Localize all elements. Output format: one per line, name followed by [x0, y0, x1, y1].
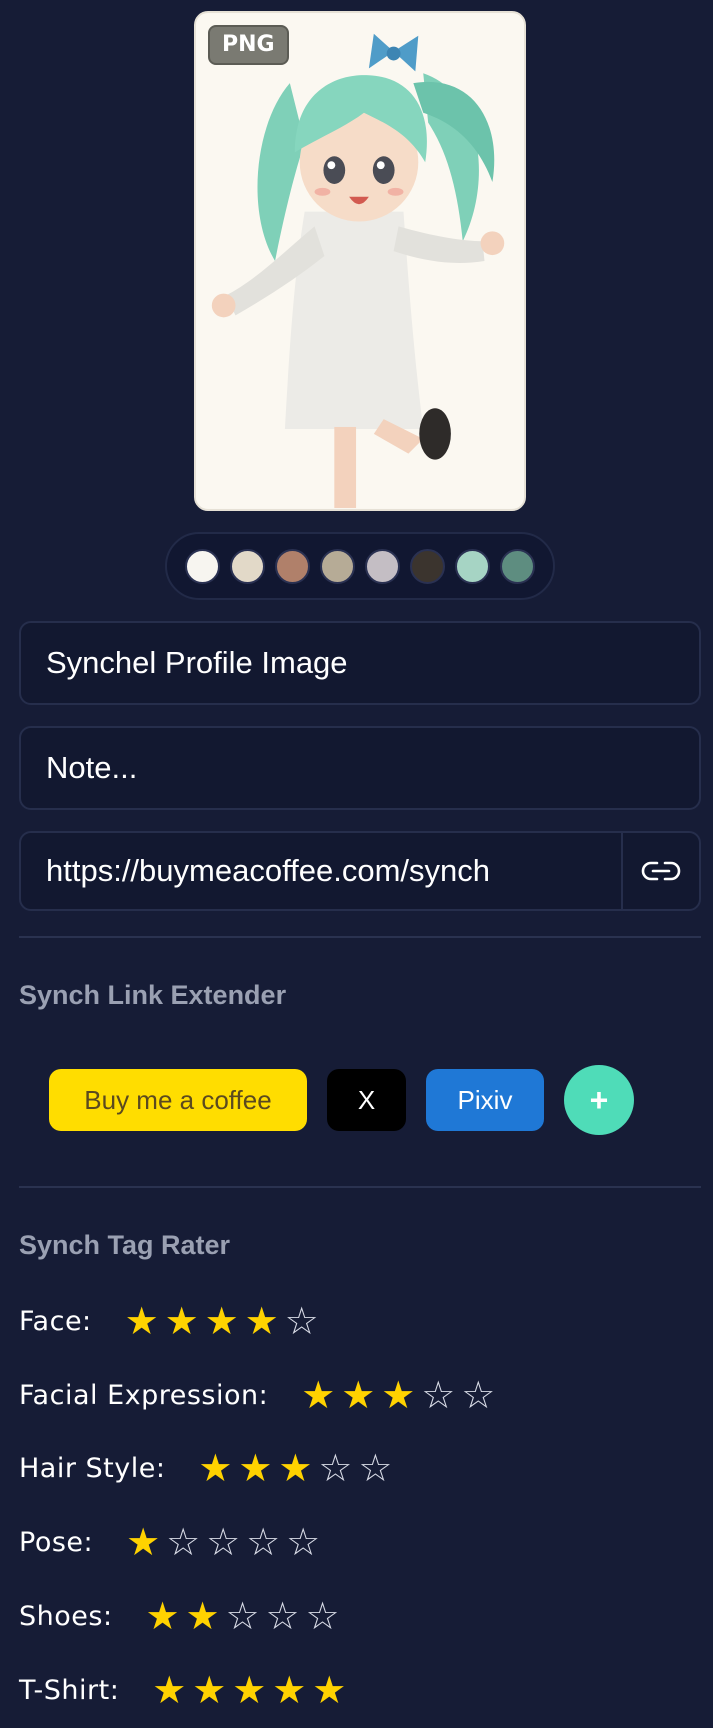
rating-label: T-Shirt: — [19, 1674, 120, 1706]
star-filled-icon[interactable]: ★ — [143, 1596, 183, 1636]
url-input[interactable]: https://buymeacoffee.com/synch — [21, 833, 621, 909]
url-field: https://buymeacoffee.com/synch — [19, 831, 701, 911]
star-empty-icon[interactable]: ☆ — [243, 1522, 283, 1562]
color-palette — [165, 532, 555, 600]
rating-row: Pose: ★ ☆ ☆ ☆ ☆ — [19, 1517, 323, 1567]
star-empty-icon[interactable]: ☆ — [203, 1522, 243, 1562]
star-filled-icon[interactable]: ★ — [202, 1301, 242, 1341]
star-empty-icon[interactable]: ☆ — [303, 1596, 343, 1636]
star-filled-icon[interactable]: ★ — [242, 1301, 282, 1341]
color-swatch[interactable] — [230, 548, 265, 584]
buy-me-a-coffee-button[interactable]: Buy me a coffee — [49, 1069, 307, 1131]
x-button[interactable]: X — [327, 1069, 406, 1131]
star-rating: ★ ★ ★ ★ ☆ — [122, 1301, 322, 1341]
color-swatch[interactable] — [275, 548, 310, 584]
color-swatch[interactable] — [455, 548, 490, 584]
image-preview[interactable]: PNG — [194, 11, 526, 511]
color-swatch[interactable] — [500, 548, 535, 584]
tag-rater-title: Synch Tag Rater — [19, 1230, 231, 1260]
rating-label: Face: — [19, 1305, 92, 1337]
star-filled-icon[interactable]: ★ — [162, 1301, 202, 1341]
link-icon — [641, 861, 681, 881]
rating-label: Hair Style: — [19, 1452, 166, 1484]
star-filled-icon[interactable]: ★ — [189, 1670, 229, 1710]
rating-row: Hair Style: ★ ★ ★ ☆ ☆ — [19, 1443, 395, 1493]
star-filled-icon[interactable]: ★ — [298, 1375, 338, 1415]
star-rating: ★ ★ ★ ☆ ☆ — [195, 1448, 395, 1488]
star-rating: ★ ★ ☆ ☆ ☆ — [143, 1596, 343, 1636]
star-empty-icon[interactable]: ☆ — [282, 1301, 322, 1341]
star-filled-icon[interactable]: ★ — [309, 1670, 349, 1710]
star-filled-icon[interactable]: ★ — [229, 1670, 269, 1710]
title-input-value: Synchel Profile Image — [46, 645, 348, 680]
rating-row: Face: ★ ★ ★ ★ ☆ — [19, 1296, 322, 1346]
star-filled-icon[interactable]: ★ — [195, 1448, 235, 1488]
rating-row: Shoes: ★ ★ ☆ ☆ ☆ — [19, 1591, 343, 1641]
rating-label: Shoes: — [19, 1600, 113, 1632]
link-extender-title: Synch Link Extender — [19, 980, 287, 1010]
color-swatch[interactable] — [410, 548, 445, 584]
star-filled-icon[interactable]: ★ — [123, 1522, 163, 1562]
star-rating: ★ ★ ★ ★ ★ — [149, 1670, 349, 1710]
star-empty-icon[interactable]: ☆ — [163, 1522, 203, 1562]
rating-row: T-Shirt: ★ ★ ★ ★ ★ — [19, 1665, 349, 1715]
link-button[interactable] — [621, 833, 699, 909]
pixiv-button[interactable]: Pixiv — [426, 1069, 544, 1131]
star-rating: ★ ★ ★ ☆ ☆ — [298, 1375, 498, 1415]
divider — [19, 936, 701, 938]
divider — [19, 1186, 701, 1188]
star-filled-icon[interactable]: ★ — [149, 1670, 189, 1710]
star-empty-icon[interactable]: ☆ — [263, 1596, 303, 1636]
star-empty-icon[interactable]: ☆ — [283, 1522, 323, 1562]
link-extender-buttons: Buy me a coffee X Pixiv + — [49, 1065, 634, 1135]
star-empty-icon[interactable]: ☆ — [315, 1448, 355, 1488]
rating-row: Facial Expression: ★ ★ ★ ☆ ☆ — [19, 1370, 498, 1420]
star-filled-icon[interactable]: ★ — [235, 1448, 275, 1488]
color-swatch[interactable] — [320, 548, 355, 584]
rating-label: Facial Expression: — [19, 1379, 269, 1411]
add-link-button[interactable]: + — [564, 1065, 634, 1135]
title-input[interactable]: Synchel Profile Image — [19, 621, 701, 705]
star-filled-icon[interactable]: ★ — [378, 1375, 418, 1415]
color-swatch[interactable] — [185, 548, 220, 584]
star-empty-icon[interactable]: ☆ — [223, 1596, 263, 1636]
rating-label: Pose: — [19, 1526, 94, 1558]
star-filled-icon[interactable]: ★ — [122, 1301, 162, 1341]
color-swatch[interactable] — [365, 548, 400, 584]
star-filled-icon[interactable]: ★ — [183, 1596, 223, 1636]
star-empty-icon[interactable]: ☆ — [458, 1375, 498, 1415]
character-illustration — [196, 14, 524, 508]
file-type-badge: PNG — [208, 25, 289, 65]
note-input-placeholder: Note... — [46, 750, 138, 785]
star-rating: ★ ☆ ☆ ☆ ☆ — [123, 1522, 323, 1562]
star-filled-icon[interactable]: ★ — [338, 1375, 378, 1415]
note-input[interactable]: Note... — [19, 726, 701, 810]
star-filled-icon[interactable]: ★ — [269, 1670, 309, 1710]
star-empty-icon[interactable]: ☆ — [418, 1375, 458, 1415]
star-filled-icon[interactable]: ★ — [275, 1448, 315, 1488]
star-empty-icon[interactable]: ☆ — [355, 1448, 395, 1488]
